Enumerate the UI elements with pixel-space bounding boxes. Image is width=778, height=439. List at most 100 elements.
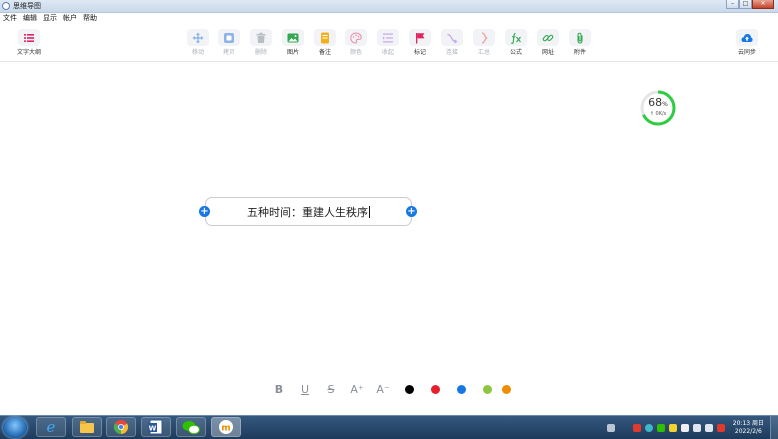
ie-icon: e xyxy=(47,419,56,435)
taskbar-app-word[interactable]: W xyxy=(141,417,171,437)
tool-label: 收起 xyxy=(381,49,394,56)
tool-delete[interactable]: 删除 xyxy=(246,29,276,57)
mindmap-icon: m xyxy=(219,420,233,434)
outline-icon xyxy=(18,29,40,46)
clock-time: 20:13 周日 xyxy=(732,419,764,427)
taskbar-app-explorer[interactable] xyxy=(72,417,102,437)
tool-label: 汇总 xyxy=(477,49,490,56)
menu-help[interactable]: 帮助 xyxy=(80,13,100,24)
explorer-icon xyxy=(80,421,94,433)
image-icon xyxy=(282,29,304,46)
tool-label: 颜色 xyxy=(349,49,362,56)
tool-label: 公式 xyxy=(509,49,522,56)
color-red-button[interactable] xyxy=(422,384,448,394)
wps-icon[interactable] xyxy=(632,423,641,432)
note-icon xyxy=(314,29,336,46)
central-topic-text[interactable]: 五种时间：重建人生秩序 xyxy=(247,204,368,220)
minimize-button[interactable]: – xyxy=(726,0,739,9)
format-bar: B U S A⁺ A⁻ xyxy=(266,377,524,401)
start-button[interactable] xyxy=(3,417,27,438)
keyboard-icon[interactable] xyxy=(606,423,615,432)
trash-icon xyxy=(250,29,272,46)
signal-icon[interactable] xyxy=(704,423,713,432)
app-icon xyxy=(2,2,10,10)
cloud-sync-button[interactable]: 云同步 xyxy=(732,29,762,57)
usage-percent-value: 68 xyxy=(648,96,663,109)
tool-label: 拷贝 xyxy=(222,49,235,56)
tool-attachment[interactable]: 附件 xyxy=(565,29,595,57)
menu-view[interactable]: 显示 xyxy=(40,13,60,24)
tool-link[interactable]: 网址 xyxy=(533,29,563,57)
close-button[interactable]: ✕ xyxy=(752,0,774,9)
font-smaller-button[interactable]: A⁻ xyxy=(370,383,396,396)
volume-icon[interactable] xyxy=(692,423,701,432)
taskbar-app-ie[interactable]: e xyxy=(36,417,66,437)
outline-button[interactable]: 文字大纲 xyxy=(14,29,44,57)
tool-collapse[interactable]: 收起 xyxy=(373,29,403,57)
strikethrough-button[interactable]: S xyxy=(318,383,344,396)
taskbar-app-wechat[interactable] xyxy=(176,417,206,437)
tool-summary[interactable]: 汇总 xyxy=(469,29,499,57)
maximize-button[interactable]: □ xyxy=(739,0,752,9)
color-black-button[interactable] xyxy=(396,384,422,394)
tool-note[interactable]: 备注 xyxy=(310,29,340,57)
formula-icon xyxy=(505,29,527,46)
network-speed: ↑ 0K/s xyxy=(649,111,667,117)
color-swatch xyxy=(482,384,492,394)
font-bigger-button[interactable]: A⁺ xyxy=(344,383,370,396)
speed-widget[interactable]: 68% ↑ 0K/s xyxy=(639,89,677,127)
tool-label: 移动 xyxy=(191,49,204,56)
color-orange-button[interactable] xyxy=(500,384,512,394)
color-swatch xyxy=(456,384,466,394)
window-title: 思维导图 xyxy=(13,2,41,10)
svg-text:m: m xyxy=(221,424,230,434)
menu-edit[interactable]: 编辑 xyxy=(20,13,40,24)
clock[interactable]: 20:13 周日 2022/2/6 xyxy=(733,420,764,436)
svg-text:e: e xyxy=(47,419,56,435)
tool-label: 删除 xyxy=(254,49,267,56)
tool-formula[interactable]: 公式 xyxy=(501,29,531,57)
add-left-child-button[interactable]: + xyxy=(199,206,210,217)
cloud-upload-icon xyxy=(736,29,758,46)
tool-label: 附件 xyxy=(573,49,586,56)
flag-tray-icon[interactable] xyxy=(716,423,725,432)
central-topic-node[interactable]: 五种时间：重建人生秩序 xyxy=(205,197,412,226)
tool-connect[interactable]: 连接 xyxy=(437,29,467,57)
cloud-sync-label: 云同步 xyxy=(737,49,756,56)
tool-copy[interactable]: 拷贝 xyxy=(214,29,244,57)
info-icon[interactable] xyxy=(680,423,689,432)
taskbar-app-chrome[interactable] xyxy=(106,417,136,437)
system-tray: 20:13 周日 2022/2/6 xyxy=(605,416,778,439)
collapse-icon xyxy=(377,29,399,46)
taskbar: e W m 20:13 周日 2022/2/6 xyxy=(0,415,778,439)
tool-image[interactable]: 图片 xyxy=(278,29,308,57)
connect-icon xyxy=(441,29,463,46)
move-icon xyxy=(187,29,209,46)
color-swatch xyxy=(404,384,414,394)
tool-move[interactable]: 移动 xyxy=(183,29,213,57)
tool-label: 图片 xyxy=(286,49,299,56)
usage-percent: 68% xyxy=(639,97,677,111)
bold-button[interactable]: B xyxy=(266,383,292,396)
color-green-button[interactable] xyxy=(474,384,500,394)
tool-label: 连接 xyxy=(445,49,458,56)
tool-label: 备注 xyxy=(318,49,331,56)
show-desktop-button[interactable] xyxy=(770,416,778,439)
color-blue-button[interactable] xyxy=(448,384,474,394)
security-icon[interactable] xyxy=(668,423,677,432)
network-status-icon[interactable] xyxy=(644,423,653,432)
word-icon: W xyxy=(148,419,163,435)
menu-account[interactable]: 帐户 xyxy=(60,13,80,24)
menu-file[interactable]: 文件 xyxy=(0,13,20,24)
taskbar-app-mindmap[interactable]: m xyxy=(211,417,241,437)
flag-icon xyxy=(409,29,431,46)
tool-color[interactable]: 颜色 xyxy=(341,29,371,57)
wechat-tray-icon[interactable] xyxy=(656,423,665,432)
copy-icon xyxy=(218,29,240,46)
tool-label: 标记 xyxy=(413,49,426,56)
chrome-icon xyxy=(113,420,129,435)
outline-label: 文字大纲 xyxy=(16,49,41,56)
underline-button[interactable]: U xyxy=(292,383,318,396)
tool-mark[interactable]: 标记 xyxy=(405,29,435,57)
add-right-child-button[interactable]: + xyxy=(406,206,417,217)
